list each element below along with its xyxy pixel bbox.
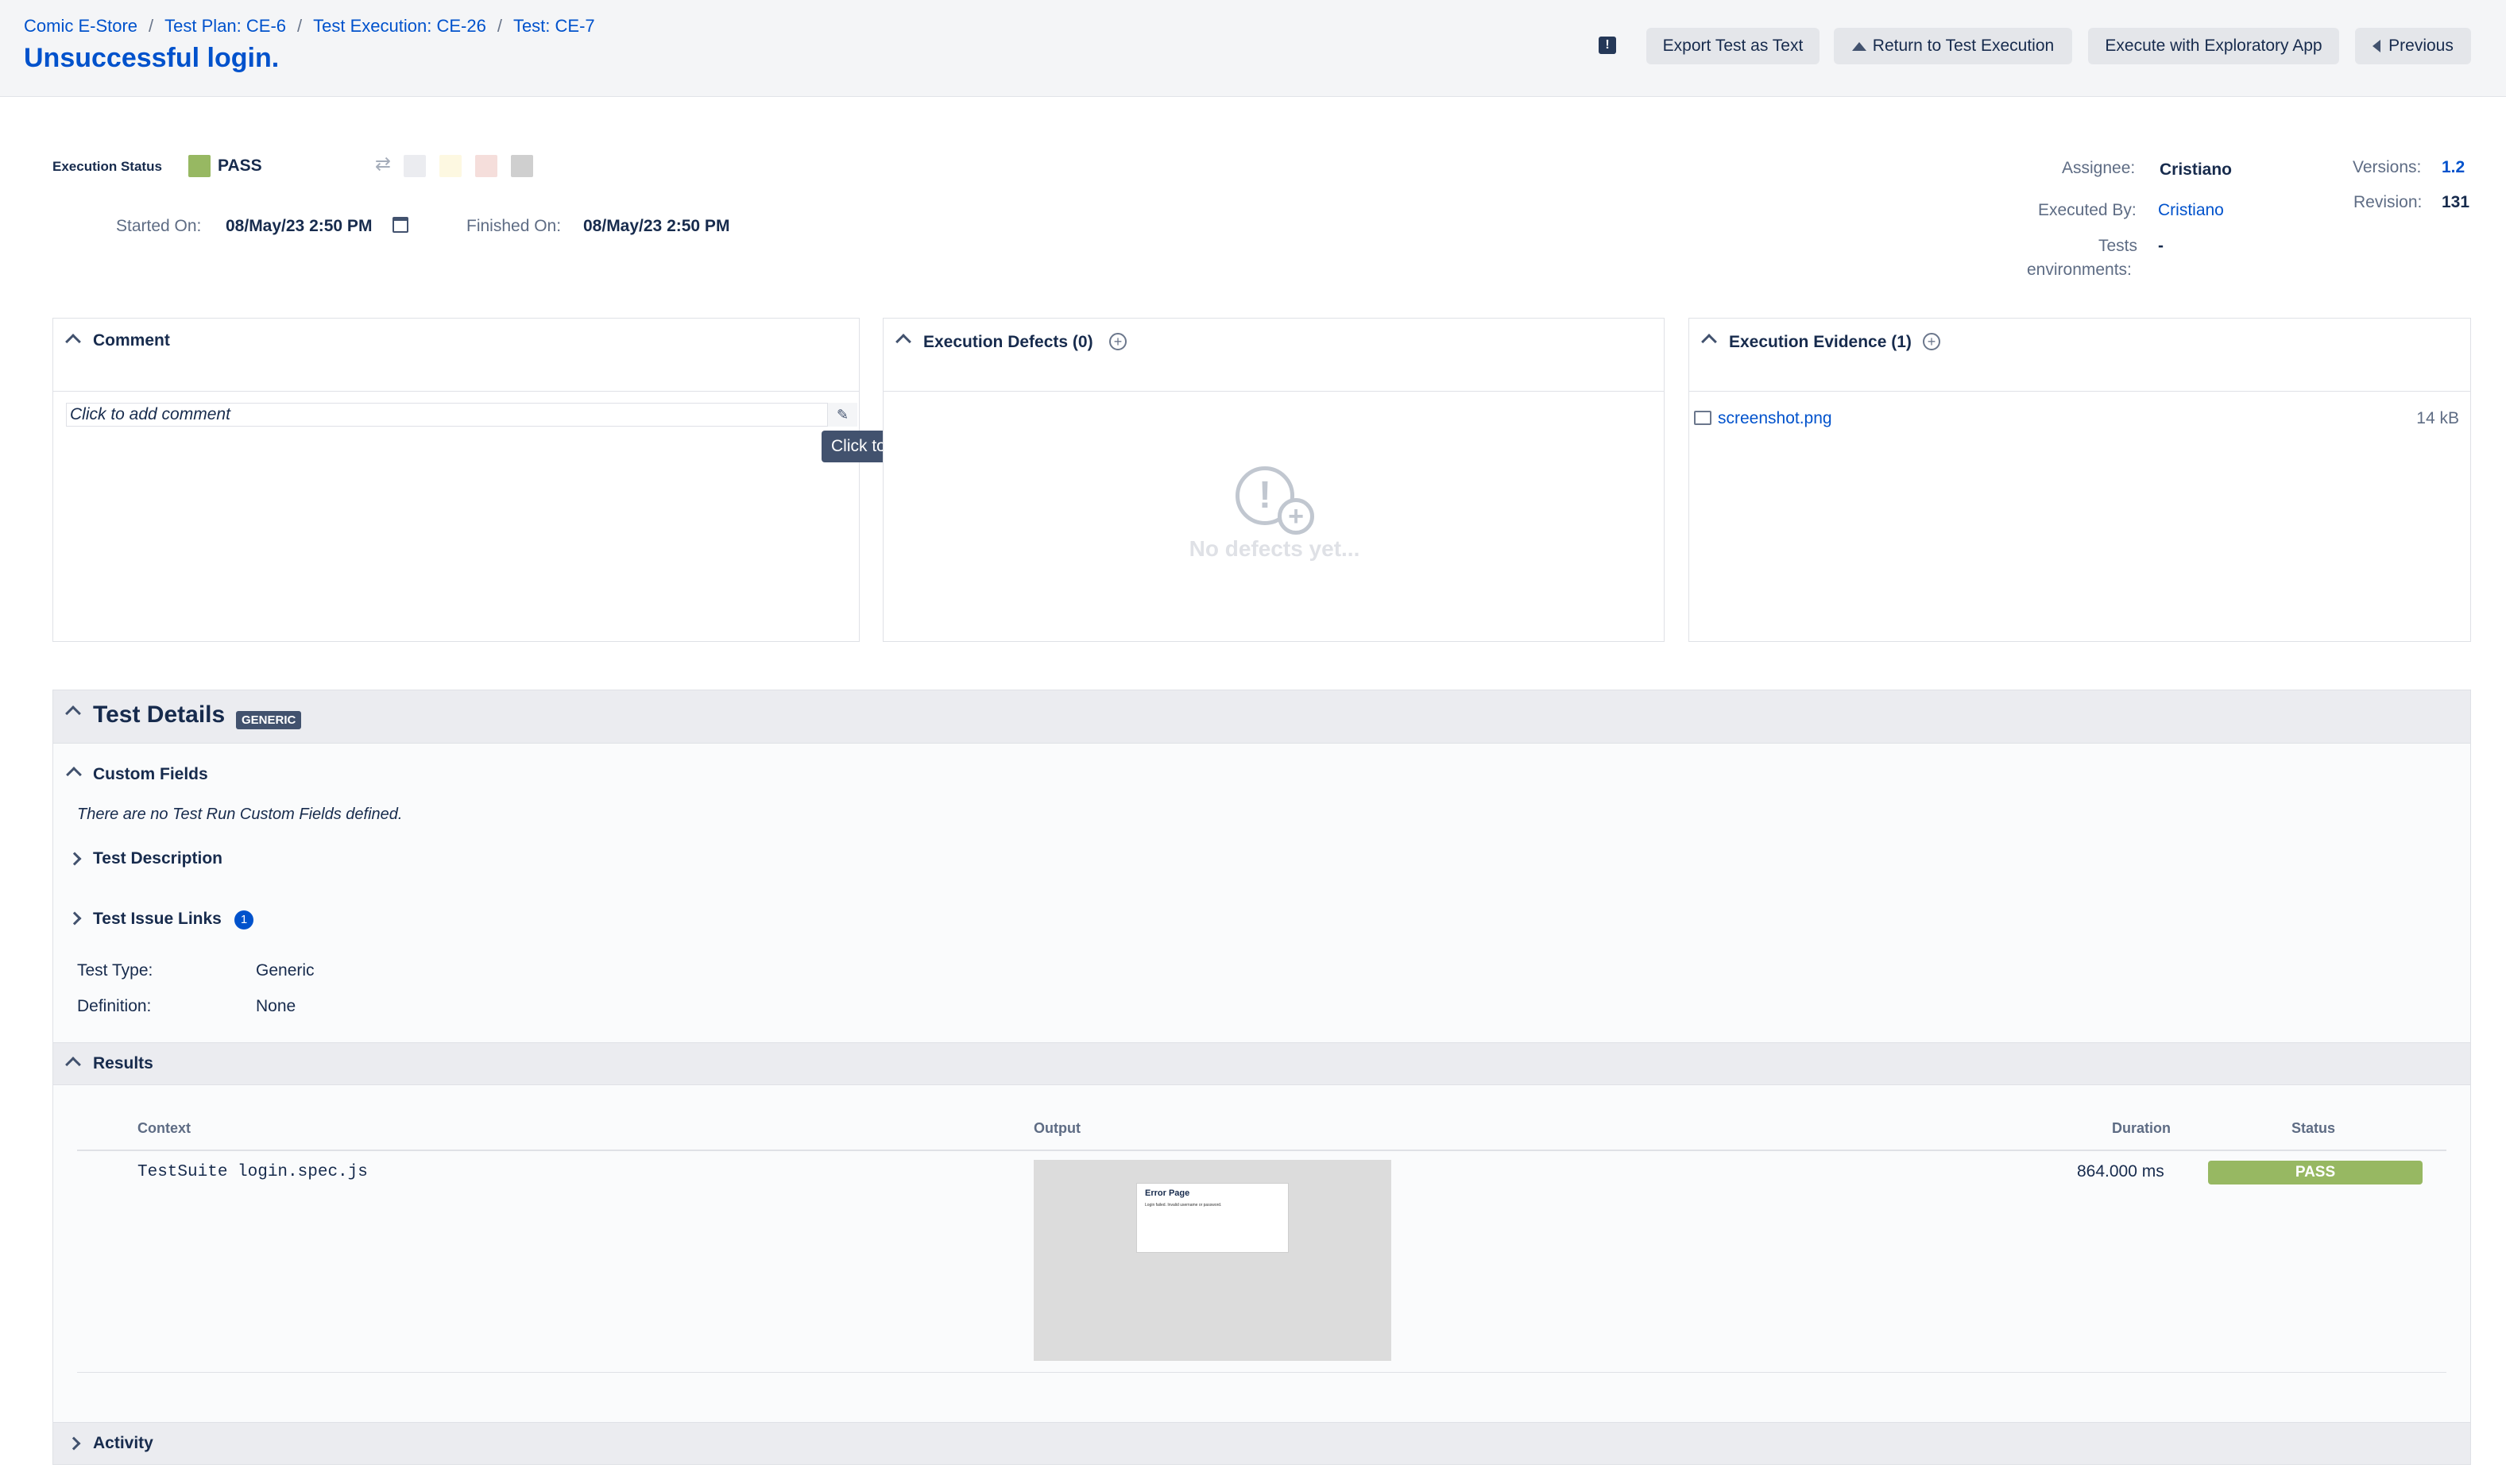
breadcrumb-test[interactable]: Test: CE-7 <box>513 16 595 36</box>
status-aborted-swatch[interactable] <box>511 155 533 177</box>
collapse-chevron-icon[interactable] <box>65 705 81 721</box>
collapse-chevron-icon[interactable] <box>1701 334 1717 350</box>
test-type-label: Test Type: <box>77 961 153 980</box>
thumbnail-title: Error Page <box>1145 1188 1190 1198</box>
status-executing-swatch[interactable] <box>439 155 462 177</box>
breadcrumb-test-plan[interactable]: Test Plan: CE-6 <box>164 16 286 36</box>
started-on-value[interactable]: 08/May/23 2:50 PM <box>226 217 372 236</box>
defects-panel: Execution Defects (0) + ! + No defects y… <box>883 318 1665 642</box>
executed-by-label: Executed By: <box>2038 201 2137 219</box>
image-file-icon <box>1694 411 1711 425</box>
comment-field[interactable]: Click to add comment <box>66 403 857 427</box>
definition-value: None <box>256 997 296 1015</box>
export-test-button[interactable]: Export Test as Text <box>1646 28 1820 64</box>
test-issue-links-title[interactable]: Test Issue Links <box>93 910 222 929</box>
collapse-chevron-icon[interactable] <box>65 1057 81 1072</box>
column-output: Output <box>1034 1120 1081 1136</box>
issue-links-count-badge: 1 <box>234 910 253 929</box>
finished-on-label: Finished On: <box>466 217 562 235</box>
comment-title: Comment <box>93 331 170 350</box>
comment-panel-header[interactable]: Comment <box>53 319 859 392</box>
status-value: PASS <box>218 157 262 175</box>
tests-environments-value: - <box>2158 237 2164 255</box>
status-todo-swatch[interactable] <box>404 155 426 177</box>
versions-value[interactable]: 1.2 <box>2442 158 2465 177</box>
add-defect-icon[interactable]: + <box>1109 333 1127 350</box>
breadcrumb-test-execution[interactable]: Test Execution: CE-26 <box>313 16 486 36</box>
test-type-value: Generic <box>256 961 315 980</box>
custom-fields-title[interactable]: Custom Fields <box>93 765 208 784</box>
evidence-title: Execution Evidence (1) <box>1729 333 1912 351</box>
output-thumbnail[interactable]: Error Page Login failed. Invalid usernam… <box>1034 1160 1391 1361</box>
results-header[interactable]: Results <box>52 1042 2471 1085</box>
collapse-chevron-icon[interactable] <box>895 334 911 350</box>
started-on-label: Started On: <box>116 217 202 235</box>
page-title: Unsuccessful login. <box>24 43 280 73</box>
evidence-file-link[interactable]: screenshot.png <box>1718 409 1832 428</box>
column-status: Status <box>2291 1120 2336 1136</box>
executed-by-value[interactable]: Cristiano <box>2158 201 2224 220</box>
assignee-label: Assignee: <box>2062 159 2136 177</box>
calendar-icon[interactable] <box>393 217 408 233</box>
defects-title: Execution Defects (0) <box>923 333 1093 351</box>
status-pass-swatch <box>188 155 211 177</box>
caret-left-icon <box>2373 40 2381 52</box>
test-description-title[interactable]: Test Description <box>93 849 222 868</box>
add-evidence-icon[interactable]: + <box>1923 333 1940 350</box>
table-header-divider <box>77 1150 2446 1151</box>
versions-label: Versions: <box>2353 158 2422 176</box>
breadcrumb-project[interactable]: Comic E-Store <box>24 16 137 36</box>
swap-icon[interactable]: ⇄ <box>375 153 391 176</box>
table-row-divider <box>77 1372 2446 1373</box>
evidence-panel-header[interactable]: Execution Evidence (1) + <box>1689 319 2470 392</box>
revision-value: 131 <box>2442 193 2470 211</box>
result-context: TestSuite login.spec.js <box>137 1163 368 1181</box>
results-title: Results <box>93 1054 153 1072</box>
previous-label: Previous <box>2388 37 2454 55</box>
tests-environments-label-line1: Tests <box>2098 237 2138 255</box>
tests-environments-label-line2: environments: <box>2027 261 2132 279</box>
execution-status-label: Execution Status <box>52 159 162 174</box>
evidence-panel: Execution Evidence (1) + screenshot.png … <box>1688 318 2471 642</box>
return-to-execution-button[interactable]: Return to Test Execution <box>1834 28 2072 64</box>
return-to-execution-label: Return to Test Execution <box>1872 37 2055 55</box>
definition-label: Definition: <box>77 997 152 1015</box>
column-duration: Duration <box>2112 1120 2171 1136</box>
thumbnail-text: Login failed. Invalid username or passwo… <box>1145 1203 1222 1208</box>
no-defects-text: No defects yet... <box>1189 536 1360 561</box>
test-details-title: Test Details <box>93 701 226 728</box>
expand-chevron-icon[interactable] <box>67 1436 81 1451</box>
feedback-icon[interactable]: ! <box>1599 37 1616 54</box>
comment-panel: Comment Click to add comment ✎ <box>52 318 860 642</box>
revision-label: Revision: <box>2353 193 2423 211</box>
activity-title: Activity <box>93 1434 153 1452</box>
result-status-badge: PASS <box>2208 1161 2423 1184</box>
finished-on-value: 08/May/23 2:50 PM <box>583 217 730 235</box>
column-context: Context <box>137 1120 191 1136</box>
evidence-file-size: 14 kB <box>2416 409 2459 427</box>
collapse-chevron-icon[interactable] <box>65 334 81 350</box>
generic-badge: GENERIC <box>236 711 302 729</box>
custom-fields-empty: There are no Test Run Custom Fields defi… <box>77 806 403 823</box>
previous-button[interactable]: Previous <box>2355 28 2471 64</box>
edit-pencil-icon[interactable]: ✎ <box>827 403 857 427</box>
page-header: Comic E-Store / Test Plan: CE-6/Test Execu… <box>0 0 2506 97</box>
status-fail-swatch[interactable] <box>475 155 497 177</box>
thumbnail-error-card: Error Page Login failed. Invalid usernam… <box>1136 1183 1289 1253</box>
defects-panel-header[interactable]: Execution Defects (0) + <box>884 319 1664 392</box>
test-details-header[interactable]: Test Details GENERIC <box>52 690 2471 744</box>
result-duration: 864.000 ms <box>2077 1162 2164 1181</box>
add-circle-icon: + <box>1278 498 1314 535</box>
activity-header[interactable]: Activity <box>52 1422 2471 1465</box>
execute-exploratory-button[interactable]: Execute with Exploratory App <box>2088 28 2339 64</box>
caret-up-icon <box>1851 41 1866 51</box>
assignee-value[interactable]: Cristiano <box>2160 160 2232 180</box>
breadcrumb: Comic E-Store / Test Plan: CE-6/Test Execu… <box>24 16 595 36</box>
